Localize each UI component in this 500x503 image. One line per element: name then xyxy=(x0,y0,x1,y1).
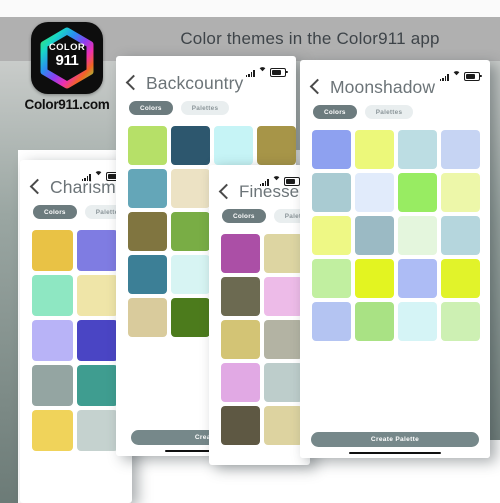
color-swatch[interactable] xyxy=(355,216,394,256)
color-swatch[interactable] xyxy=(77,410,118,452)
tab-colors[interactable]: Colors xyxy=(33,205,77,220)
swatch-grid xyxy=(300,119,490,342)
color-swatch[interactable] xyxy=(264,320,303,360)
tab-colors[interactable]: Colors xyxy=(222,209,266,224)
create-palette-bar: Create Palette xyxy=(300,426,490,458)
color-swatch[interactable] xyxy=(128,298,167,338)
color-swatch[interactable] xyxy=(264,363,303,403)
color-swatch[interactable] xyxy=(441,259,480,299)
color-swatch[interactable] xyxy=(398,130,437,170)
color-swatch[interactable] xyxy=(214,126,253,166)
color-swatch[interactable] xyxy=(221,406,260,446)
color-swatch[interactable] xyxy=(128,255,167,295)
tab-palettes[interactable]: Palettes xyxy=(180,101,230,116)
back-chevron-icon[interactable] xyxy=(125,74,142,91)
color-swatch[interactable] xyxy=(312,216,351,256)
color-swatch[interactable] xyxy=(312,130,351,170)
panel-finesse[interactable]: Finesse Colors Palettes xyxy=(209,165,310,465)
signal-bars-icon xyxy=(259,179,269,186)
color-swatch[interactable] xyxy=(32,365,73,407)
color-swatch[interactable] xyxy=(171,169,210,209)
color-swatch[interactable] xyxy=(128,126,167,166)
color-swatch[interactable] xyxy=(77,365,118,407)
swatch-grid xyxy=(209,223,310,446)
segmented-tabs: Colors Palettes xyxy=(116,94,296,116)
color-swatch[interactable] xyxy=(441,302,480,342)
color-swatch[interactable] xyxy=(441,216,480,256)
create-palette-button[interactable]: Create Palette xyxy=(311,432,479,447)
color-swatch[interactable] xyxy=(32,410,73,452)
back-chevron-icon[interactable] xyxy=(29,178,46,195)
color-swatch[interactable] xyxy=(355,173,394,213)
color-swatch[interactable] xyxy=(128,169,167,209)
signal-bars-icon xyxy=(245,70,255,77)
rainbow-hexagon-icon: COLOR 911 xyxy=(36,27,98,89)
page-title: Color themes in the Color911 app xyxy=(180,29,440,48)
color-swatch[interactable] xyxy=(77,230,118,272)
wifi-icon xyxy=(94,163,103,181)
back-chevron-icon[interactable] xyxy=(218,183,235,199)
color-swatch[interactable] xyxy=(355,259,394,299)
status-bar xyxy=(209,165,310,186)
color911-app-icon: COLOR 911 xyxy=(31,22,103,94)
color-swatch[interactable] xyxy=(264,277,303,317)
color-swatch[interactable] xyxy=(171,255,210,295)
color-swatch[interactable] xyxy=(264,234,303,274)
color-swatch[interactable] xyxy=(128,212,167,252)
segmented-tabs: Colors Palettes xyxy=(209,202,310,224)
color-swatch[interactable] xyxy=(171,126,210,166)
color-swatch[interactable] xyxy=(171,298,210,338)
wifi-icon xyxy=(258,59,267,77)
wifi-icon xyxy=(272,168,281,186)
color-swatch[interactable] xyxy=(221,277,260,317)
segmented-tabs: Colors Palettes xyxy=(300,98,490,120)
theme-title: Backcountry xyxy=(146,73,244,93)
home-indicator xyxy=(349,452,441,454)
logo-bottom-text: 911 xyxy=(55,52,79,69)
color-swatch[interactable] xyxy=(171,212,210,252)
wifi-icon xyxy=(452,63,461,81)
color-swatch[interactable] xyxy=(32,230,73,272)
signal-bars-icon xyxy=(81,174,91,181)
color-swatch[interactable] xyxy=(77,275,118,317)
color-swatch[interactable] xyxy=(77,320,118,362)
theme-title: Moonshadow xyxy=(330,77,436,97)
color-swatch[interactable] xyxy=(221,320,260,360)
panel-moonshadow[interactable]: Moonshadow Colors Palettes Create Palett… xyxy=(300,60,490,458)
tab-colors[interactable]: Colors xyxy=(129,101,173,116)
color-swatch[interactable] xyxy=(32,320,73,362)
color-swatch[interactable] xyxy=(398,216,437,256)
screenshot-root: COLOR 911 Color911.com Color themes in t… xyxy=(0,0,500,503)
color-swatch[interactable] xyxy=(32,275,73,317)
color-swatch[interactable] xyxy=(312,173,351,213)
signal-bars-icon xyxy=(439,74,449,81)
battery-icon xyxy=(464,72,482,81)
tab-palettes[interactable]: Palettes xyxy=(364,105,414,120)
color-swatch[interactable] xyxy=(398,259,437,299)
color-swatch[interactable] xyxy=(312,302,351,342)
color-swatch[interactable] xyxy=(221,234,260,274)
tab-colors[interactable]: Colors xyxy=(313,105,357,120)
color-swatch[interactable] xyxy=(441,173,480,213)
color-swatch[interactable] xyxy=(398,173,437,213)
battery-icon xyxy=(270,68,288,77)
status-bar xyxy=(116,56,296,77)
color-swatch[interactable] xyxy=(441,130,480,170)
brand-name: Color911.com xyxy=(24,97,110,112)
battery-icon xyxy=(284,177,302,186)
color-swatch[interactable] xyxy=(355,302,394,342)
background-top-strip xyxy=(0,0,500,17)
color-swatch[interactable] xyxy=(355,130,394,170)
color-swatch[interactable] xyxy=(312,259,351,299)
color-swatch[interactable] xyxy=(257,126,296,166)
color-swatch[interactable] xyxy=(221,363,260,403)
brand-block: COLOR 911 Color911.com xyxy=(24,22,110,112)
status-bar xyxy=(300,60,490,81)
color-swatch[interactable] xyxy=(398,302,437,342)
back-chevron-icon[interactable] xyxy=(309,78,326,95)
color-swatch[interactable] xyxy=(264,406,303,446)
